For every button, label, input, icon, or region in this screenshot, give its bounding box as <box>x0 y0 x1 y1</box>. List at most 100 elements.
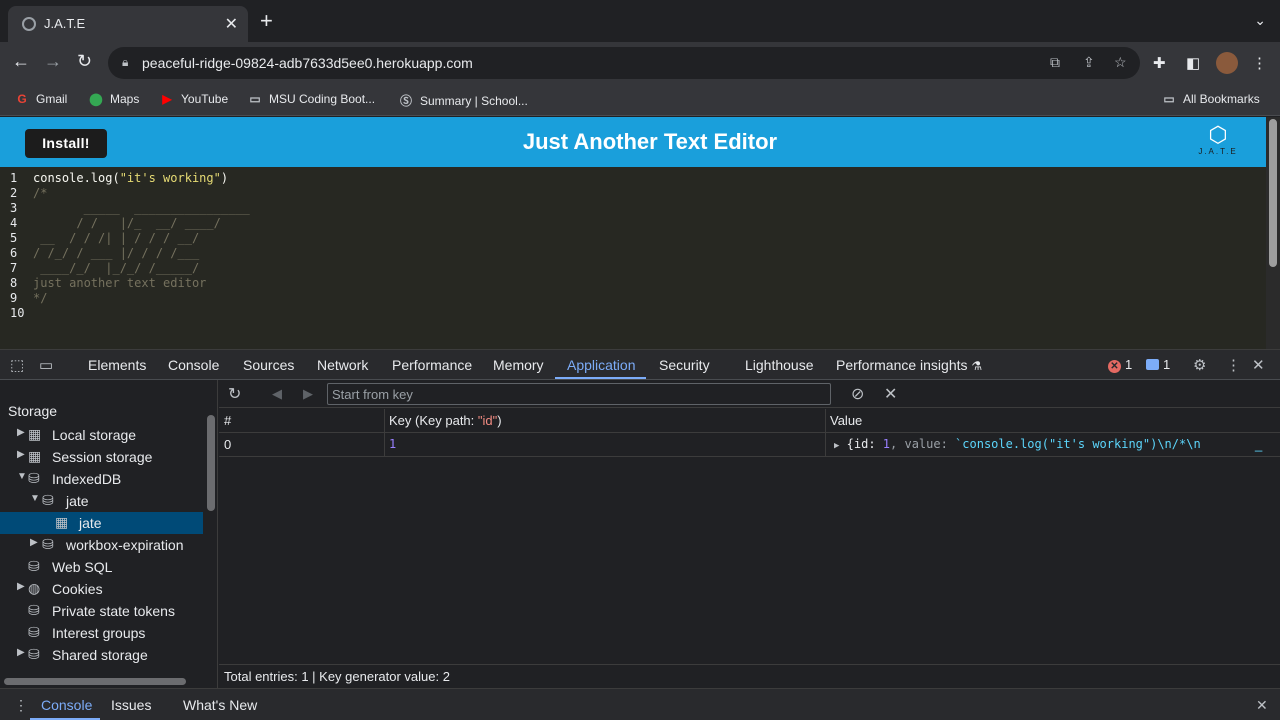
code-line-1[interactable]: console.log("it's working") <box>33 171 228 185</box>
url-text[interactable]: peaceful-ridge-09824-adb7633d5ee0.heroku… <box>142 55 473 71</box>
open-in-app-icon[interactable]: ⧉ <box>1050 54 1060 71</box>
sidebar-item-workbox-expiration[interactable]: ▶ ⛁ workbox-expiration <box>0 534 203 556</box>
storage-heading: Storage <box>8 403 58 419</box>
table-icon: ▦ <box>28 448 42 464</box>
tab-lighthouse[interactable]: Lighthouse <box>745 357 814 373</box>
sidebar-item-session-storage[interactable]: ▶ ▦ Session storage <box>0 446 203 468</box>
sidebar-item-private-state-tokens[interactable]: ⛁ Private state tokens <box>0 600 203 622</box>
message-icon <box>1146 359 1159 370</box>
menu-kebab-icon[interactable]: ⋮ <box>1252 54 1267 72</box>
bookmarks-bar: G Gmail ⬤ Maps ▶ YouTube ▭ MSU Coding Boot..… <box>0 84 1280 116</box>
tab-sources[interactable]: Sources <box>243 357 294 373</box>
settings-gear-icon[interactable]: ⚙ <box>1193 356 1206 374</box>
side-panel-icon[interactable]: ◧ <box>1186 54 1200 72</box>
tab-memory[interactable]: Memory <box>493 357 544 373</box>
sidebar-item-indexeddb[interactable]: ▼ ⛁ IndexedDB <box>0 468 203 490</box>
table-row[interactable]: 0 1 ▶ {id: 1, value: `console.log("it's … <box>219 433 1280 457</box>
bookmark-summary-school[interactable]: Ⓢ Summary | School... <box>398 92 528 109</box>
refresh-icon[interactable]: ↻ <box>228 384 241 404</box>
sidebar-item-jate-store[interactable]: ▦ jate <box>0 512 203 534</box>
tab-application[interactable]: Application <box>567 357 636 373</box>
delete-selected-icon[interactable]: ✕ <box>884 384 897 404</box>
line-number: 2 <box>10 186 18 200</box>
close-devtools-icon[interactable]: ✕ <box>1252 356 1265 374</box>
page-scrollbar-thumb[interactable] <box>1269 119 1277 267</box>
column-header-key[interactable]: Key (Key path: "id") <box>389 413 502 428</box>
profile-avatar[interactable] <box>1216 52 1238 74</box>
tab-performance[interactable]: Performance <box>392 357 472 373</box>
error-count-badge[interactable]: ✕ 1 <box>1108 357 1132 373</box>
previous-page-icon[interactable]: ◀ <box>272 386 282 402</box>
tab-performance-insights[interactable]: Performance insights ⚗ <box>836 357 982 373</box>
tab-search-chevron-icon[interactable]: ⌄ <box>1254 12 1266 29</box>
start-from-key-input[interactable] <box>327 383 831 405</box>
message-count-badge[interactable]: 1 <box>1146 357 1170 372</box>
share-icon[interactable]: ⇪ <box>1083 54 1095 71</box>
drawer-tab-console[interactable]: Console <box>41 697 92 713</box>
gmail-icon: G <box>17 92 27 106</box>
tab-console[interactable]: Console <box>168 357 219 373</box>
maps-icon: ⬤ <box>89 92 103 106</box>
expand-arrow-icon[interactable]: ▶ <box>17 449 25 460</box>
sidebar-item-cookies[interactable]: ▶ ◍ Cookies <box>0 578 203 600</box>
expand-arrow-icon[interactable]: ▶ <box>17 581 25 592</box>
next-page-icon[interactable]: ▶ <box>303 386 313 402</box>
expand-arrow-icon[interactable]: ▶ <box>17 647 25 658</box>
bookmark-maps[interactable]: ⬤ Maps <box>88 92 139 106</box>
expand-triangle-icon[interactable]: ▶ <box>834 441 839 451</box>
column-header-index[interactable]: # <box>224 413 231 428</box>
code-line-9[interactable]: */ <box>33 291 47 305</box>
lock-icon[interactable]: 🔒︎ <box>122 55 128 70</box>
forward-arrow-icon[interactable]: → <box>44 51 62 72</box>
sidebar-item-shared-storage[interactable]: ▶ ⛁ Shared storage <box>0 644 203 666</box>
new-tab-button[interactable]: + <box>260 10 273 32</box>
inspect-element-icon[interactable]: ⬚ <box>10 356 24 374</box>
code-line-8[interactable]: just another text editor <box>33 276 206 290</box>
code-line-3[interactable]: _____ ________________ <box>33 201 250 215</box>
code-line-5[interactable]: __ / / /| | / / / __/ <box>33 231 199 245</box>
youtube-icon: ▶ <box>162 92 172 106</box>
sidebar-scrollbar[interactable] <box>207 415 215 511</box>
code-line-6[interactable]: / /_/ / ___ |/ / / /___ <box>33 246 199 260</box>
active-tab-underline <box>555 377 646 379</box>
extensions-puzzle-icon[interactable]: ✚ <box>1153 54 1166 72</box>
bookmark-gmail[interactable]: G Gmail <box>14 92 67 106</box>
code-line-4[interactable]: / / |/_ __/ ____/ <box>33 216 221 230</box>
address-bar[interactable]: 🔒︎ peaceful-ridge-09824-adb7633d5ee0.her… <box>108 47 1140 79</box>
sidebar-horizontal-scrollbar[interactable] <box>4 678 186 685</box>
tab-network[interactable]: Network <box>317 357 368 373</box>
reload-icon[interactable]: ↻ <box>77 51 92 72</box>
bookmark-youtube[interactable]: ▶ YouTube <box>159 92 228 106</box>
expand-arrow-icon[interactable]: ▶ <box>30 537 38 548</box>
collapse-arrow-icon[interactable]: ▼ <box>30 493 40 504</box>
all-bookmarks[interactable]: ▭ All Bookmarks <box>1161 92 1259 106</box>
code-line-2[interactable]: /* <box>33 186 47 200</box>
database-icon: ⛁ <box>28 646 40 662</box>
row-value[interactable]: ▶ {id: 1, value: `console.log("it's work… <box>834 437 1201 451</box>
tab-security[interactable]: Security <box>659 357 710 373</box>
drawer-menu-icon[interactable]: ⋮ <box>14 697 28 714</box>
close-tab-icon[interactable]: ✕ <box>225 14 238 34</box>
expand-arrow-icon[interactable]: ▶ <box>17 427 25 438</box>
browser-tab[interactable]: J.A.T.E ✕ <box>8 6 248 42</box>
devtools-menu-icon[interactable]: ⋮ <box>1226 356 1241 374</box>
line-number: 6 <box>10 246 18 260</box>
code-editor[interactable]: 1 2 3 4 5 6 7 8 9 10 console.log("it's w… <box>0 167 1266 349</box>
sidebar-item-jate-db[interactable]: ▼ ⛁ jate <box>0 490 203 512</box>
drawer-tab-issues[interactable]: Issues <box>111 697 151 713</box>
collapse-arrow-icon[interactable]: ▼ <box>17 471 27 482</box>
sidebar-item-local-storage[interactable]: ▶ ▦ Local storage <box>0 424 203 446</box>
device-toolbar-icon[interactable]: ▭ <box>39 356 53 374</box>
column-header-value[interactable]: Value <box>830 413 862 428</box>
sidebar-item-web-sql[interactable]: ⛁ Web SQL <box>0 556 203 578</box>
code-line-7[interactable]: ____/_/ |_/_/ /_____/ <box>33 261 199 275</box>
close-drawer-icon[interactable]: ✕ <box>1256 697 1268 714</box>
tab-elements[interactable]: Elements <box>88 357 146 373</box>
sidebar-item-interest-groups[interactable]: ⛁ Interest groups <box>0 622 203 644</box>
bookmark-star-icon[interactable]: ☆ <box>1114 54 1127 71</box>
devtools-tab-bar: ⬚ ▭ Elements Console Sources Network Per… <box>0 349 1280 380</box>
clear-object-store-icon[interactable]: ⊘ <box>851 384 864 404</box>
drawer-tab-whats-new[interactable]: What's New <box>183 697 257 713</box>
back-arrow-icon[interactable]: ← <box>12 51 30 72</box>
bookmark-msu-coding[interactable]: ▭ MSU Coding Boot... <box>247 92 375 106</box>
